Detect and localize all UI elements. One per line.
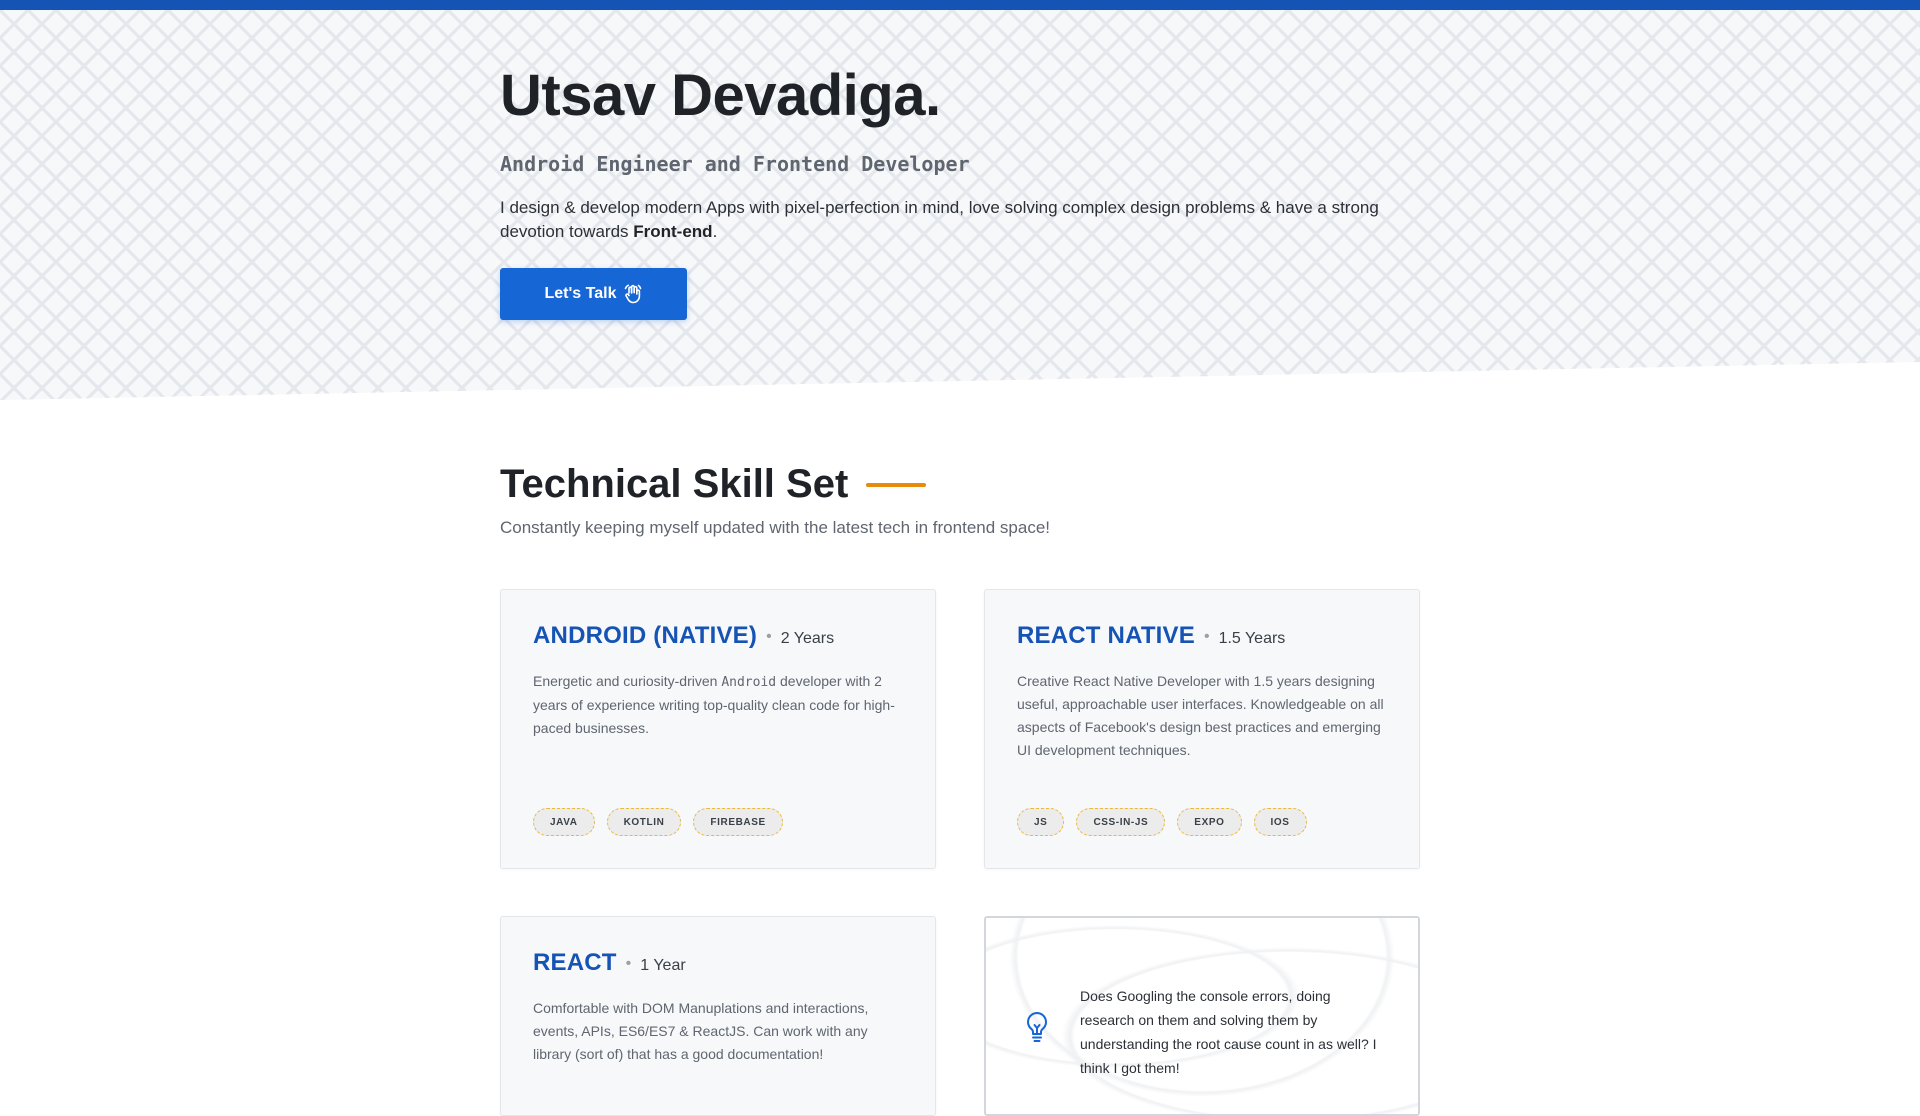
card-experience: 2 Years <box>780 630 835 647</box>
hero-subtitle: Android Engineer and Frontend Developer <box>500 152 970 176</box>
card-description-text: Energetic and curiosity-driven <box>533 673 722 689</box>
lets-talk-label: Let's Talk <box>544 285 617 302</box>
top-accent-bar <box>0 0 1920 10</box>
tag-list: JS CSS-IN-JS EXPO IOS <box>1017 808 1307 836</box>
skill-card-react-native: REACT NATIVE • 1.5 Years Creative React … <box>984 589 1420 869</box>
tag-java: JAVA <box>533 808 595 836</box>
tip-text: Does Googling the console errors, doing … <box>1080 988 1377 1076</box>
card-description: Energetic and curiosity-driven Android d… <box>533 670 903 740</box>
skill-card-react: REACT • 1 Year Comfortable with DOM Manu… <box>500 916 936 1116</box>
tag-ios: IOS <box>1253 808 1307 836</box>
waving-hand-icon <box>624 284 642 304</box>
tip-card: Does Googling the console errors, doing … <box>984 916 1420 1116</box>
card-description-code: Android <box>721 675 777 690</box>
card-experience: 1.5 Years <box>1218 630 1286 647</box>
hero-description: I design & develop modern Apps with pixe… <box>500 196 1400 244</box>
separator-dot: • <box>625 955 632 972</box>
card-description: Creative React Native Developer with 1.5… <box>1017 673 1384 758</box>
tag-kotlin: KOTLIN <box>606 808 682 836</box>
skills-title: Technical Skill Set <box>500 462 849 506</box>
tag-expo: EXPO <box>1177 808 1242 836</box>
tag-list: JAVA KOTLIN FIREBASE <box>533 808 783 836</box>
lightbulb-icon <box>1022 1010 1052 1049</box>
card-header: REACT NATIVE • 1.5 Years <box>1017 622 1387 650</box>
separator-dot: • <box>766 628 772 645</box>
hero-description-emphasis: Front-end <box>633 222 713 241</box>
tag-css-in-js: CSS-IN-JS <box>1076 808 1166 836</box>
lets-talk-button[interactable]: Let's Talk <box>500 268 687 320</box>
card-title: ANDROID (NATIVE) <box>533 622 758 649</box>
tag-firebase: FIREBASE <box>693 808 783 836</box>
skills-heading: Technical Skill Set <box>500 462 927 507</box>
hero-description-end: . <box>712 222 718 241</box>
title-accent-line <box>866 482 927 487</box>
card-description: Comfortable with DOM Manuplations and in… <box>533 1000 869 1062</box>
skills-subtitle: Constantly keeping myself updated with t… <box>500 518 1050 537</box>
tag-js: JS <box>1017 808 1065 836</box>
separator-dot: • <box>1203 628 1210 645</box>
card-header: REACT • 1 Year <box>533 949 903 977</box>
skill-card-android: ANDROID (NATIVE) • 2 Years Energetic and… <box>500 589 936 869</box>
card-title: REACT NATIVE <box>1017 622 1195 649</box>
page-title: Utsav Devadiga. <box>500 63 941 128</box>
card-experience: 1 Year <box>640 957 686 974</box>
card-title: REACT <box>533 949 617 976</box>
card-header: ANDROID (NATIVE) • 2 Years <box>533 622 903 650</box>
hero-description-text: I design & develop modern Apps with pixe… <box>500 198 1379 241</box>
